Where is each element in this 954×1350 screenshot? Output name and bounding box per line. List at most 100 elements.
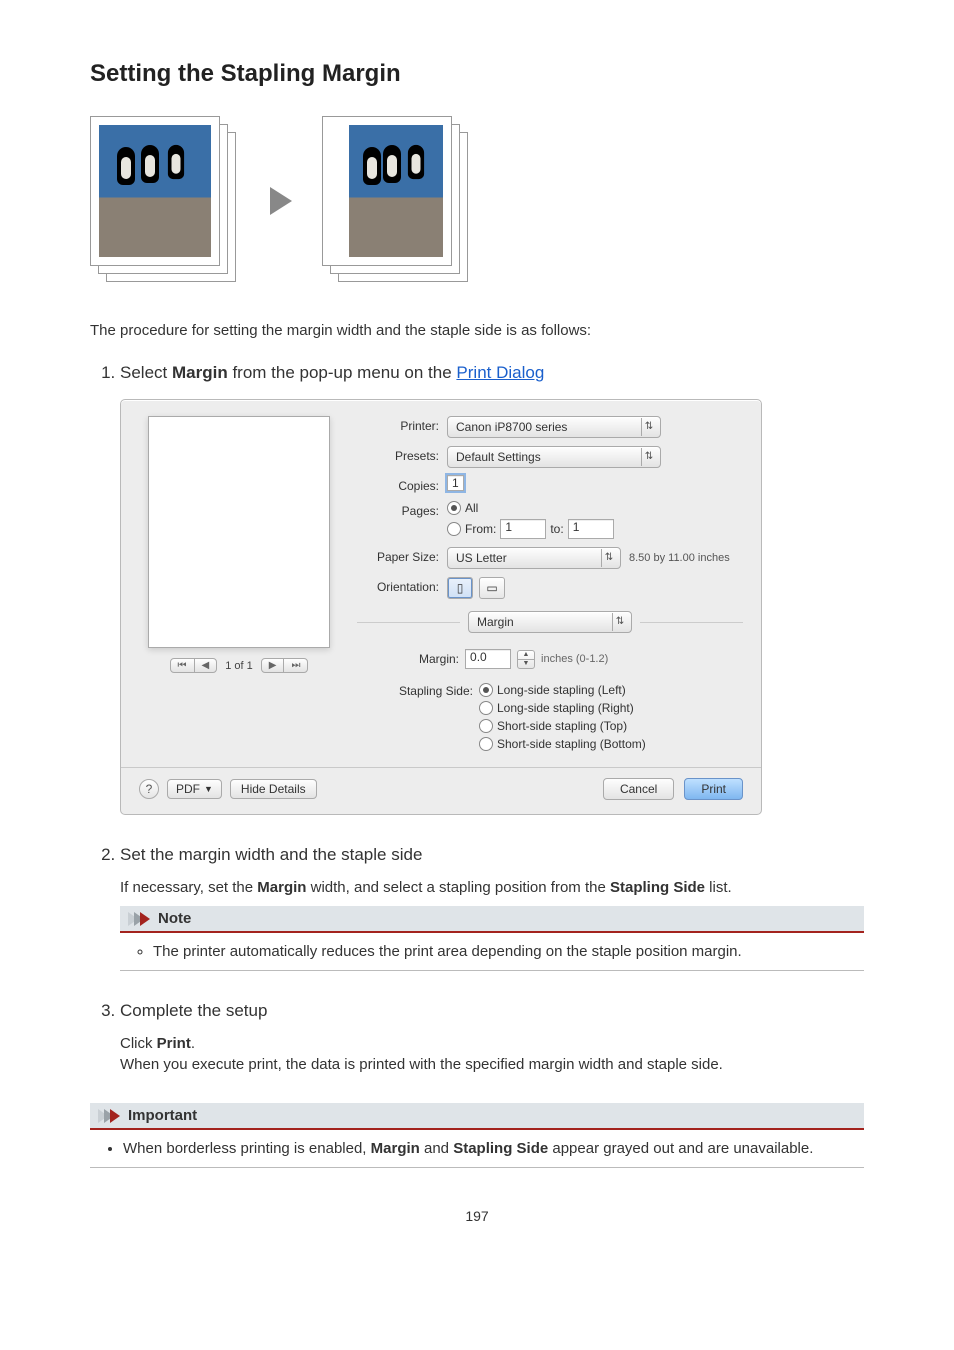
margin-input[interactable]: 0.0	[465, 649, 511, 669]
step3-body2: When you execute print, the data is prin…	[120, 1056, 864, 1073]
section-dropdown[interactable]: Margin ⇅	[468, 611, 632, 633]
step3-title: Complete the setup	[120, 1001, 267, 1020]
print-button[interactable]: Print	[684, 778, 743, 800]
note-callout: Note The printer automatically reduces t…	[120, 906, 864, 971]
copies-label: Copies:	[357, 476, 447, 493]
step2-mid: width, and select a stapling position fr…	[306, 879, 610, 896]
step3-click-b: Print	[157, 1035, 191, 1052]
important-chevrons-icon	[98, 1109, 120, 1123]
pages-all-radio[interactable]	[447, 501, 461, 515]
stapling-opt-3[interactable]	[479, 719, 493, 733]
stapling-opt-2[interactable]	[479, 701, 493, 715]
printer-label: Printer:	[357, 416, 447, 433]
illustration-row	[90, 116, 864, 286]
preview-pane: ⏮ ◀ 1 of 1 ▶ ⏭	[139, 416, 339, 751]
page-title: Setting the Stapling Margin	[90, 60, 864, 88]
imp-pre: When borderless printing is enabled,	[123, 1140, 371, 1157]
preview-nav-next[interactable]: ▶ ⏭	[261, 658, 309, 673]
step1-bold: Margin	[172, 363, 228, 382]
margin-note: inches (0-1.2)	[541, 653, 608, 665]
first-page-icon: ⏮	[171, 659, 194, 672]
pages-range-radio[interactable]	[447, 522, 461, 536]
stapling-opt-4-label: Short-side stapling (Bottom)	[497, 737, 646, 751]
note-item: The printer automatically reduces the pr…	[153, 943, 864, 960]
imp-mid: and	[420, 1140, 453, 1157]
help-button[interactable]: ?	[139, 779, 159, 799]
portrait-icon: ▯	[457, 581, 464, 595]
stapling-opt-2-label: Long-side stapling (Right)	[497, 701, 634, 715]
step-3: Complete the setup Click Print. When you…	[120, 1001, 864, 1073]
landscape-icon: ▭	[486, 581, 497, 595]
presets-label: Presets:	[357, 446, 447, 463]
orientation-landscape[interactable]: ▭	[479, 577, 505, 599]
printer-value: Canon iP8700 series	[456, 420, 567, 434]
chevron-down-icon: ▼	[204, 784, 213, 794]
step3-click-pre: Click	[120, 1035, 157, 1052]
printer-dropdown[interactable]: Canon iP8700 series ⇅	[447, 416, 661, 438]
pdf-dropdown[interactable]: PDF ▼	[167, 779, 222, 799]
stapling-side-label: Stapling Side:	[387, 683, 473, 751]
important-callout: Important When borderless printing is en…	[90, 1103, 864, 1168]
stepper-up-icon: ▲	[518, 651, 534, 659]
chevron-updown-icon: ⇅	[612, 613, 627, 631]
paper-size-note: 8.50 by 11.00 inches	[629, 552, 730, 564]
pages-all-label: All	[465, 501, 478, 515]
important-heading: Important	[128, 1107, 197, 1124]
step3-click-post: .	[191, 1035, 195, 1052]
chevron-updown-icon: ⇅	[641, 418, 656, 436]
pages-to-label: to:	[550, 522, 563, 536]
page-number: 197	[90, 1208, 864, 1224]
illustration-before	[90, 116, 240, 286]
note-chevrons-icon	[128, 912, 150, 926]
section-value: Margin	[477, 615, 514, 629]
presets-dropdown[interactable]: Default Settings ⇅	[447, 446, 661, 468]
chevron-updown-icon: ⇅	[601, 549, 616, 567]
pdf-label: PDF	[176, 782, 200, 796]
imp-post: appear grayed out and are unavailable.	[548, 1140, 813, 1157]
illustration-after	[322, 116, 472, 286]
stepper-down-icon: ▼	[518, 659, 534, 668]
hide-details-button[interactable]: Hide Details	[230, 779, 317, 799]
stapling-opt-3-label: Short-side stapling (Top)	[497, 719, 627, 733]
cancel-button[interactable]: Cancel	[603, 778, 674, 800]
prev-page-icon: ◀	[194, 659, 217, 672]
note-heading: Note	[158, 910, 191, 927]
next-page-icon: ▶	[262, 659, 284, 672]
print-dialog-link[interactable]: Print Dialog	[456, 363, 544, 382]
pages-from-label: From:	[465, 522, 496, 536]
arrow-right-icon	[270, 187, 292, 215]
step1-prefix: Select	[120, 363, 172, 382]
stapling-opt-1[interactable]	[479, 683, 493, 697]
margin-label: Margin:	[419, 652, 459, 666]
stapling-opt-1-label: Long-side stapling (Left)	[497, 683, 626, 697]
presets-value: Default Settings	[456, 450, 541, 464]
margin-stepper[interactable]: ▲ ▼	[517, 650, 535, 669]
imp-b2: Stapling Side	[453, 1140, 548, 1157]
imp-b1: Margin	[371, 1140, 420, 1157]
pages-label: Pages:	[357, 501, 447, 518]
paper-size-dropdown[interactable]: US Letter ⇅	[447, 547, 621, 569]
pages-from-input[interactable]: 1	[500, 519, 546, 539]
intro-text: The procedure for setting the margin wid…	[90, 322, 864, 339]
step2-pre: If necessary, set the	[120, 879, 257, 896]
stapling-opt-4[interactable]	[479, 737, 493, 751]
print-dialog: ⏮ ◀ 1 of 1 ▶ ⏭ Printer:	[120, 399, 762, 815]
step2-b1: Margin	[257, 879, 306, 896]
step-2: Set the margin width and the staple side…	[120, 845, 864, 971]
paper-size-value: US Letter	[456, 551, 507, 565]
orientation-label: Orientation:	[357, 577, 447, 594]
last-page-icon: ⏭	[283, 659, 307, 672]
orientation-portrait[interactable]: ▯	[447, 577, 473, 599]
step-1: Select Margin from the pop-up menu on th…	[120, 363, 864, 815]
important-item: When borderless printing is enabled, Mar…	[123, 1140, 864, 1157]
step2-post: list.	[705, 879, 732, 896]
step2-title: Set the margin width and the staple side	[120, 845, 422, 864]
preview-nav-prev[interactable]: ⏮ ◀	[170, 658, 218, 673]
step2-b2: Stapling Side	[610, 879, 705, 896]
step1-mid: from the pop-up menu on the	[228, 363, 457, 382]
preview-page	[148, 416, 330, 648]
pages-to-input[interactable]: 1	[568, 519, 614, 539]
preview-page-count: 1 of 1	[223, 660, 255, 672]
help-icon: ?	[146, 782, 153, 796]
copies-input[interactable]: 1	[447, 475, 464, 491]
